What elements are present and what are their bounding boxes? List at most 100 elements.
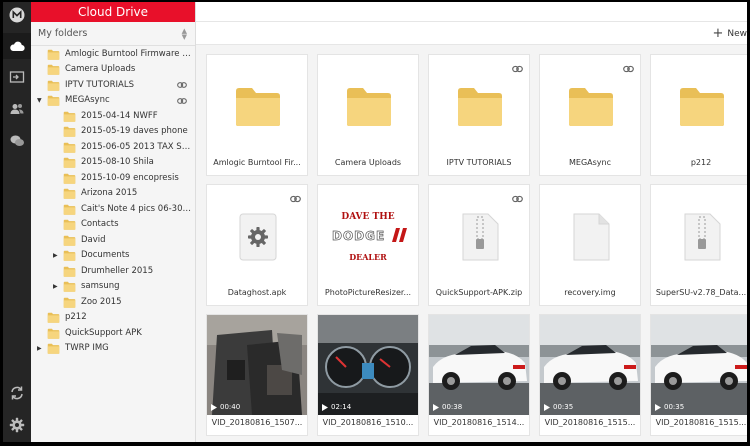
caret-down-icon[interactable]: ▼ (37, 97, 42, 104)
link-icon (290, 189, 301, 203)
link-icon (512, 189, 523, 203)
video-card[interactable]: 00:40 VID_20180816_1507... (206, 314, 308, 436)
video-card[interactable]: 00:38 VID_20180816_1514... (428, 314, 530, 436)
tree-item[interactable]: 2015-08-10 Shila (31, 155, 195, 171)
link-icon (512, 59, 523, 73)
folder-icon (47, 80, 60, 91)
folder-card[interactable]: p212 (650, 54, 747, 176)
video-duration: 00:35 (655, 403, 684, 411)
folder-icon (63, 188, 76, 199)
folder-icon (63, 250, 76, 261)
tree-item[interactable]: QuickSupport APK (31, 325, 195, 341)
folder-icon (63, 266, 76, 277)
tree-item[interactable]: p212 (31, 310, 195, 326)
tree-item-label: MEGAsync (65, 95, 110, 106)
toolbar: + New (196, 22, 747, 45)
tree-item-label: Camera Uploads (65, 64, 136, 75)
sort-icon[interactable]: ▲ ▼ (182, 27, 187, 40)
file-card[interactable]: recovery.img (539, 184, 641, 306)
dave-dodge-logo: DAVE THE DODGE DEALER (318, 185, 418, 285)
tree-item[interactable]: Arizona 2015 (31, 186, 195, 202)
file-card[interactable]: SuperSU-v2.78_Data... (650, 184, 747, 306)
tree-item[interactable]: Camera Uploads (31, 62, 195, 78)
tree-item[interactable]: Zoo 2015 (31, 294, 195, 310)
tree-item[interactable]: David (31, 232, 195, 248)
apk-file-icon (239, 213, 277, 261)
tree-item[interactable]: 2015-05-19 daves phone (31, 124, 195, 140)
tree-item[interactable]: 2015-10-09 encopresis (31, 170, 195, 186)
play-icon (655, 403, 661, 411)
cloud-icon[interactable] (3, 33, 31, 59)
folder-icon (47, 64, 60, 75)
item-name: PhotoPictureResizer... (324, 288, 412, 297)
settings-icon[interactable] (3, 412, 31, 438)
tree-item-label: QuickSupport APK (65, 327, 142, 338)
caret-right-icon[interactable]: ▶ (53, 252, 58, 259)
duration-label: 00:35 (664, 403, 685, 411)
link-icon (177, 96, 187, 106)
caret-right-icon[interactable]: ▶ (53, 283, 58, 290)
tree-item-label: Drumheller 2015 (81, 265, 154, 276)
folder-icon (63, 297, 76, 308)
file-card[interactable]: QuickSupport-APK.zip (428, 184, 530, 306)
folder-icon (235, 85, 281, 127)
tree-item[interactable]: ▶ TWRP IMG (31, 341, 195, 357)
inbox-icon[interactable] (3, 64, 31, 90)
folder-icon (63, 111, 76, 122)
video-card[interactable]: 02:14 VID_20180816_1510... (317, 314, 419, 436)
play-icon (322, 403, 328, 411)
item-name: Camera Uploads (334, 158, 402, 167)
tree-item-label: 2015-04-14 NWFF (81, 110, 158, 121)
tree-item[interactable]: ▼ MEGAsync (31, 93, 195, 109)
my-folders-label: My folders (38, 28, 88, 39)
zip-file-icon (683, 213, 721, 261)
my-folders-header[interactable]: My folders ▲ ▼ (31, 22, 195, 46)
item-name: VID_20180816_1514... (433, 418, 525, 427)
new-button[interactable]: + New (710, 27, 747, 41)
folder-icon (679, 85, 725, 127)
tree-item[interactable]: Amlogic Burntool Firmware IM... (31, 46, 195, 62)
file-card[interactable]: DAVE THE DODGE DEALER PhotoPictureResize… (317, 184, 419, 306)
contacts-icon[interactable] (3, 96, 31, 122)
sidebar: Cloud Drive My folders ▲ ▼ Amlogic Burnto… (31, 2, 196, 442)
file-card[interactable]: Dataghost.apk (206, 184, 308, 306)
tree-item[interactable]: 2015-06-05 2013 TAX SUM... (31, 139, 195, 155)
folder-icon (47, 312, 60, 323)
tree-item[interactable]: Cait's Note 4 pics 06-30-2015 (31, 201, 195, 217)
folder-icon (63, 281, 76, 292)
folder-card[interactable]: Amlogic Burntool Fir... (206, 54, 308, 176)
tree-item-label: samsung (81, 281, 120, 292)
folder-card[interactable]: Camera Uploads (317, 54, 419, 176)
folder-icon (63, 173, 76, 184)
tree-item[interactable]: ▶ Documents (31, 248, 195, 264)
tree-item[interactable]: Drumheller 2015 (31, 263, 195, 279)
video-duration: 00:38 (433, 403, 462, 411)
mega-logo-icon[interactable] (3, 2, 31, 28)
tree-item-label: 2015-08-10 Shila (81, 157, 154, 168)
video-duration: 00:35 (544, 403, 573, 411)
folder-icon (346, 85, 392, 127)
folder-tree: Amlogic Burntool Firmware IM... Camera U… (31, 46, 195, 356)
folder-card[interactable]: MEGAsync (539, 54, 641, 176)
tree-item-label: 2015-06-05 2013 TAX SUM... (81, 141, 191, 152)
caret-right-icon[interactable]: ▶ (37, 345, 42, 352)
video-card[interactable]: 00:35 VID_20180816_1515... (650, 314, 747, 436)
tree-item[interactable]: IPTV TUTORIALS (31, 77, 195, 93)
chat-icon[interactable] (3, 128, 31, 154)
main-panel: + New Amlogic Burntool Fir... Camera Upl… (196, 2, 747, 442)
duration-label: 00:40 (220, 403, 241, 411)
video-duration: 00:40 (211, 403, 240, 411)
video-card[interactable]: 00:35 VID_20180816_1515... (539, 314, 641, 436)
link-icon (623, 59, 634, 73)
item-name: VID_20180816_1515... (544, 418, 636, 427)
logo-bottom-text: DEALER (349, 252, 387, 262)
tree-item[interactable]: ▶ samsung (31, 279, 195, 295)
folder-icon (457, 85, 503, 127)
transfers-icon[interactable] (3, 380, 31, 406)
app-window: Cloud Drive My folders ▲ ▼ Amlogic Burnto… (3, 2, 747, 442)
folder-card[interactable]: IPTV TUTORIALS (428, 54, 530, 176)
tree-item[interactable]: Contacts (31, 217, 195, 233)
tree-item[interactable]: 2015-04-14 NWFF (31, 108, 195, 124)
folder-icon (63, 235, 76, 246)
item-name: VID_20180816_1507... (211, 418, 303, 427)
